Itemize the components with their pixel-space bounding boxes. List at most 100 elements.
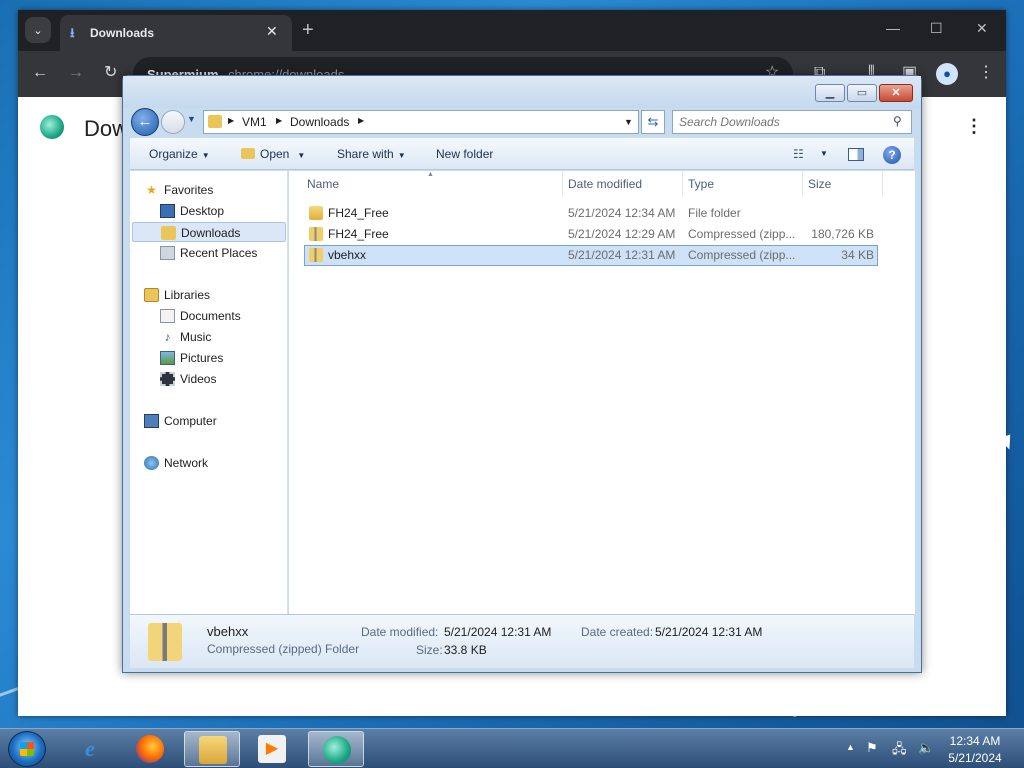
clock-time[interactable]: 12:34 AM — [945, 734, 1005, 748]
nav-label: Videos — [180, 372, 217, 386]
column-header-date-modified[interactable]: Date modified — [568, 177, 642, 191]
network-icon[interactable]: 🖧 — [892, 740, 907, 762]
column-header-size[interactable]: Size — [808, 177, 831, 191]
file-explorer-icon — [199, 736, 227, 764]
file-name: vbehxx — [328, 248, 367, 262]
desktop-icon — [160, 204, 175, 218]
breadcrumb-arrow-icon[interactable]: ▶ — [358, 116, 364, 125]
help-icon[interactable]: ? — [883, 146, 901, 164]
refresh-button[interactable]: ⇆ — [641, 110, 665, 134]
file-date: 5/21/2024 12:34 AM — [568, 206, 676, 220]
new-folder-button[interactable]: New folder — [436, 147, 493, 161]
nav-label: Pictures — [180, 351, 224, 365]
nav-documents[interactable]: Documents — [160, 306, 284, 326]
tab-downloads[interactable]: ⭳ Downloads ✕ — [60, 15, 292, 51]
zip-folder-icon — [309, 248, 323, 262]
preview-pane-icon[interactable] — [848, 148, 864, 161]
nav-network[interactable]: Network — [144, 453, 284, 473]
firefox-icon — [136, 735, 164, 763]
minimize-icon[interactable]: — — [886, 20, 900, 36]
column-divider[interactable] — [682, 171, 683, 197]
tab-strip: ⌄ ⭳ Downloads ✕ + — ☐ ✕ — [18, 10, 1006, 51]
open-button[interactable]: Open ▼ — [260, 147, 305, 161]
sort-ascending-icon: ▲ — [427, 171, 434, 178]
nav-downloads[interactable]: Downloads — [132, 222, 286, 242]
file-type: Compressed (zipp... — [688, 227, 796, 241]
column-header-type[interactable]: Type — [688, 177, 714, 191]
file-row[interactable]: FH24_Free 5/21/2024 12:34 AM File folder — [304, 203, 878, 224]
kebab-menu-icon[interactable]: ⋮ — [978, 63, 994, 83]
organize-label: Organize — [149, 147, 198, 161]
windows-logo-icon — [20, 742, 34, 756]
organize-button[interactable]: Organize ▼ — [149, 147, 210, 161]
views-chevron-icon[interactable]: ▼ — [820, 149, 828, 158]
taskbar-file-explorer[interactable] — [184, 731, 240, 767]
profile-avatar-icon[interactable]: ● — [936, 63, 958, 85]
share-with-button[interactable]: Share with ▼ — [337, 147, 406, 161]
media-player-icon: ▶ — [258, 735, 286, 763]
maximize-button[interactable]: ▭ — [847, 84, 877, 102]
computer-icon — [144, 414, 159, 428]
volume-muted-icon[interactable]: 🔈 — [918, 740, 934, 756]
taskbar-media-player[interactable]: ▶ — [244, 731, 300, 767]
nav-pictures[interactable]: Pictures — [160, 348, 284, 368]
nav-desktop[interactable]: Desktop — [160, 201, 284, 221]
close-button[interactable]: ✕ — [879, 84, 913, 102]
search-input[interactable] — [679, 114, 879, 130]
explorer-titlebar[interactable]: ▁ ▭ ✕ — [123, 76, 921, 108]
breadcrumb-vm1[interactable]: VM1 — [242, 115, 267, 129]
nav-label: Downloads — [181, 226, 241, 240]
close-icon[interactable]: ✕ — [976, 20, 988, 37]
nav-recent-places[interactable]: Recent Places — [160, 243, 284, 263]
reload-icon[interactable]: ↻ — [104, 63, 117, 83]
file-row[interactable]: FH24_Free 5/21/2024 12:29 AM Compressed … — [304, 224, 878, 245]
open-label: Open — [260, 147, 290, 161]
nav-videos[interactable]: Videos — [160, 369, 284, 389]
back-button[interactable]: ← — [131, 108, 159, 136]
nav-computer[interactable]: Computer — [144, 411, 284, 431]
chevron-down-icon: ⌄ — [33, 24, 43, 37]
recent-pages-chevron-icon[interactable]: ▼ — [187, 114, 196, 124]
taskbar-internet-explorer[interactable]: e — [62, 731, 118, 767]
documents-icon — [160, 309, 175, 323]
nav-libraries[interactable]: Libraries — [144, 285, 284, 305]
search-icon[interactable]: ⚲ — [893, 114, 902, 128]
details-date-modified: 5/21/2024 12:31 AM — [444, 625, 552, 639]
tab-close-icon[interactable]: ✕ — [266, 23, 278, 40]
column-divider[interactable] — [802, 171, 803, 197]
file-list-pane: ▲ Name Date modified Type Size FH24_Free… — [289, 171, 915, 614]
new-tab-button[interactable]: + — [302, 20, 314, 40]
breadcrumb-arrow-icon[interactable]: ▶ — [228, 116, 234, 125]
file-row-selected[interactable]: vbehxx 5/21/2024 12:31 AM Compressed (zi… — [304, 245, 878, 266]
back-arrow-icon[interactable]: ← — [32, 63, 48, 83]
internet-explorer-icon: e — [85, 736, 95, 761]
taskbar-firefox[interactable] — [122, 731, 178, 767]
nav-label: Favorites — [164, 183, 214, 197]
file-name: FH24_Free — [328, 206, 389, 220]
breadcrumb-arrow-icon[interactable]: ▶ — [276, 116, 282, 125]
breadcrumb-downloads[interactable]: Downloads — [290, 115, 349, 129]
maximize-icon[interactable]: ☐ — [930, 20, 943, 37]
minimize-button[interactable]: ▁ — [815, 84, 845, 102]
views-icon[interactable]: ☷ — [793, 147, 804, 161]
search-box[interactable]: ⚲ — [672, 110, 912, 134]
details-file-type: Compressed (zipped) Folder — [207, 642, 360, 656]
column-divider[interactable] — [882, 171, 883, 197]
share-with-label: Share with — [337, 147, 394, 161]
address-bar[interactable]: ▶ VM1 ▶ Downloads ▶ ▼ — [203, 110, 639, 134]
page-menu-icon[interactable]: ⋮ — [965, 116, 983, 137]
forward-arrow-icon[interactable]: → — [68, 63, 84, 83]
tab-search-button[interactable]: ⌄ — [25, 17, 51, 43]
start-button[interactable] — [8, 731, 46, 767]
nav-favorites[interactable]: ★ Favorites — [144, 180, 284, 200]
action-center-flag-icon[interactable]: ⚑ — [866, 740, 878, 756]
clock-date[interactable]: 5/21/2024 — [945, 751, 1005, 765]
forward-button[interactable] — [161, 110, 185, 134]
show-hidden-icons-icon[interactable]: ▲ — [846, 742, 855, 752]
details-date-created-label: Date created: — [581, 625, 654, 639]
taskbar-supermium[interactable] — [308, 731, 364, 767]
column-header-name[interactable]: Name — [307, 177, 339, 191]
column-divider[interactable] — [562, 171, 563, 197]
nav-music[interactable]: ♪ Music — [160, 327, 284, 347]
address-dropdown-icon[interactable]: ▼ — [624, 117, 633, 127]
